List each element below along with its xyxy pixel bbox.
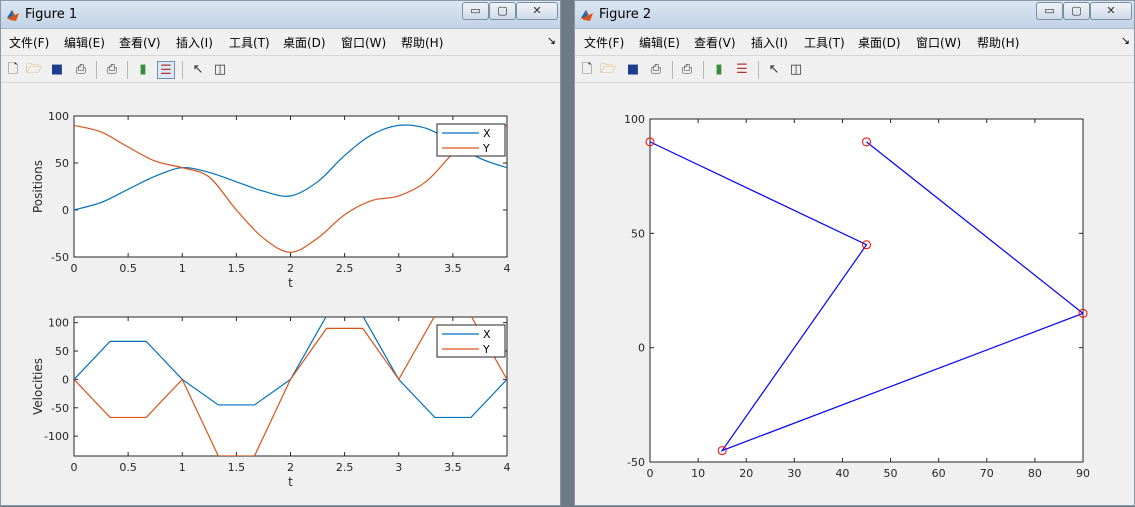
velocities-chart-xtick-label: 2.5 [336,461,354,474]
velocities-chart-xtick-label: 3.5 [444,461,462,474]
velocities-chart-ytick-label: 50 [55,345,69,358]
trajectory-chart-xtick-label: 20 [739,467,753,480]
positions-chart-xtick-label: 0.5 [119,262,137,275]
trajectory-chart-ytick-label: 50 [631,227,645,240]
positions-chart-xtick-label: 1.5 [228,262,246,275]
positions-chart-ytick-label: 50 [55,157,69,170]
positions-chart-legend-label: Y [482,142,490,155]
velocities-chart-ytick-label: 0 [62,373,69,386]
positions-chart-ytick-label: 0 [62,204,69,217]
trajectory-chart-xtick-label: 50 [884,467,898,480]
velocities-chart-ylabel: Velocities [31,358,45,415]
velocities-chart-xtick-label: 4 [504,461,511,474]
trajectory-chart-xtick-label: 70 [980,467,994,480]
figure2-window[interactable]: Figure 2 ▭ ▢ ✕ 文件(F) 编辑(E) 查看(V) 插入(I) 工… [574,0,1135,506]
velocities-chart-xtick-label: 1 [179,461,186,474]
velocities-chart-legend-label: Y [482,343,490,356]
positions-chart-legend-box [436,123,506,157]
positions-chart-legend-label: X [483,127,491,140]
trajectory-chart-ytick-label: 0 [638,342,645,355]
positions-chart-ylabel: Positions [31,160,45,213]
velocities-chart-xtick-label: 1.5 [228,461,246,474]
trajectory-chart-xtick-label: 0 [647,467,654,480]
positions-chart-xtick-label: 2 [287,262,294,275]
positions-chart-xtick-label: 3 [395,262,402,275]
velocities-chart-xtick-label: 0 [71,461,78,474]
positions-chart-xtick-label: 4 [504,262,511,275]
positions-chart-xtick-label: 3.5 [444,262,462,275]
velocities-chart-legend-label: X [483,328,491,341]
velocities-chart-legend-box [436,324,506,358]
velocities-chart-xlabel: t [288,475,293,489]
figure1-window[interactable]: Figure 1 ▭ ▢ ✕ 文件(F) 编辑(E) 查看(V) 插入(I) 工… [0,0,561,506]
positions-chart-ytick-label: 100 [48,110,69,123]
trajectory-chart-xtick-label: 90 [1076,467,1090,480]
velocities-chart-ytick-label: -100 [44,430,69,443]
trajectory-chart-axes-box [649,118,1084,463]
velocities-chart-xtick-label: 0.5 [119,461,137,474]
velocities-chart-ytick-label: 100 [48,317,69,330]
positions-chart-xlabel: t [288,276,293,290]
trajectory-chart-xtick-label: 30 [787,467,801,480]
velocities-chart-ytick-label: -50 [51,402,69,415]
trajectory-chart-xtick-label: 10 [691,467,705,480]
positions-chart-xtick-label: 0 [71,262,78,275]
positions-chart-xtick-label: 1 [179,262,186,275]
velocities-chart-xtick-label: 3 [395,461,402,474]
positions-chart-ytick-label: -50 [51,251,69,264]
trajectory-chart-xtick-label: 40 [835,467,849,480]
trajectory-chart-ytick-label: 100 [624,113,645,126]
velocities-chart-xtick-label: 2 [287,461,294,474]
figure2-plot: 0 10 20 30 40 50 60 70 80 90-50050100 [624,113,1090,480]
trajectory-chart-ytick-label: -50 [627,456,645,469]
trajectory-chart-xtick-label: 80 [1028,467,1042,480]
positions-chart-xtick-label: 2.5 [336,262,354,275]
trajectory-chart-xtick-label: 60 [932,467,946,480]
figure1-plots: 0 0.5 1 1.5 2 2.5 3 3.5 4-50050100tPositionsXY0 0… [31,110,511,489]
